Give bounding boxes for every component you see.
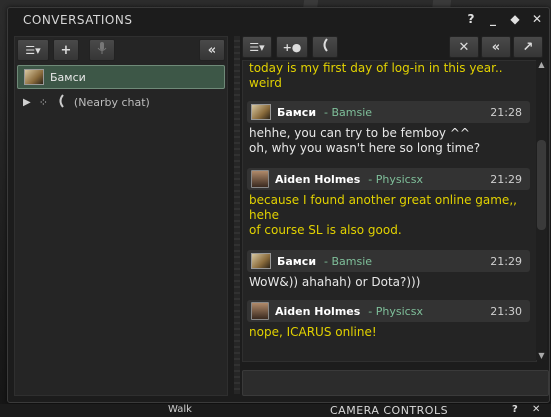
conversation-name: (Nearby chat) bbox=[73, 96, 150, 109]
add-person-icon: +● bbox=[282, 40, 302, 54]
sender-name[interactable]: Бамси bbox=[277, 255, 316, 268]
close-icon: ✕ bbox=[458, 39, 470, 55]
sender-name[interactable]: Aiden Holmes bbox=[275, 173, 360, 186]
message-header[interactable]: Aiden Holmes - Physicsx 21:30 bbox=[247, 300, 530, 322]
view-options-button[interactable]: ☰▾ bbox=[17, 39, 49, 61]
arrow-up-right-icon: ↗ bbox=[522, 39, 534, 55]
title-bar[interactable]: CONVERSATIONS ? _ ◆ ✕ bbox=[8, 8, 549, 32]
chat-input[interactable] bbox=[242, 370, 549, 396]
double-chevron-left-icon: « bbox=[491, 39, 501, 55]
avatar bbox=[251, 253, 271, 269]
bottom-bar: Walk CAMERA CONTROLS ? ✕ bbox=[0, 404, 551, 417]
chat-options-button[interactable]: ☰▾ bbox=[242, 36, 272, 58]
chat-line: oh, why you wasn't here so long time? bbox=[249, 141, 481, 155]
chat-line: weird bbox=[249, 76, 282, 90]
window-title: CONVERSATIONS bbox=[23, 13, 133, 27]
chat-scrollbar[interactable]: ▲ ▼ bbox=[536, 60, 547, 360]
sender-username: - Physicsx bbox=[368, 304, 423, 318]
chat-line: of course SL is also good. bbox=[249, 223, 402, 237]
sender-name[interactable]: Aiden Holmes bbox=[275, 305, 360, 318]
chat-line: today is my first day of log-in in this … bbox=[249, 61, 503, 75]
message-time: 21:30 bbox=[490, 304, 522, 318]
close-conversation-button[interactable]: ✕ bbox=[449, 36, 479, 58]
participants-icon: ⁘ bbox=[38, 96, 48, 109]
avatar bbox=[251, 302, 269, 320]
chat-line: hehhe, you can try to be femboy ^^ bbox=[249, 126, 470, 140]
call-button[interactable] bbox=[312, 36, 338, 58]
collapse-list-button[interactable]: « bbox=[199, 39, 225, 61]
sender-name[interactable]: Бамси bbox=[277, 106, 316, 119]
chat-line: because I found another great online gam… bbox=[249, 193, 517, 222]
double-chevron-left-icon: « bbox=[207, 42, 217, 58]
plus-icon: + bbox=[60, 42, 72, 58]
phone-icon bbox=[320, 38, 330, 56]
avatar bbox=[251, 170, 269, 188]
menu-icon: ☰▾ bbox=[249, 40, 265, 54]
microphone-icon bbox=[97, 41, 107, 59]
message-time: 21:28 bbox=[490, 105, 522, 119]
minimize-button[interactable]: _ bbox=[487, 12, 499, 26]
phone-icon bbox=[56, 94, 66, 111]
message-header[interactable]: Бамси - Bamsie 21:28 bbox=[247, 101, 530, 123]
chat-line: WoW&)) ahahah) or Dota?))) bbox=[249, 275, 421, 289]
dock-button[interactable]: ◆ bbox=[509, 12, 521, 26]
chat-toolbar: ☰▾ +● ✕ « ↗ bbox=[242, 36, 543, 58]
sender-username: - Bamsie bbox=[324, 254, 373, 268]
sender-username: - Bamsie bbox=[324, 105, 373, 119]
chat-panel: ☰▾ +● ✕ « ↗ today is my first day of log… bbox=[242, 36, 549, 398]
help-button[interactable]: ? bbox=[465, 12, 477, 26]
avatar bbox=[251, 104, 271, 120]
voice-button[interactable] bbox=[89, 39, 115, 61]
close-button[interactable]: ✕ bbox=[531, 12, 543, 26]
conversation-name: Бамси bbox=[50, 70, 86, 84]
scroll-up-icon[interactable]: ▲ bbox=[536, 60, 547, 69]
scroll-down-icon[interactable]: ▼ bbox=[536, 351, 547, 360]
conversations-window: CONVERSATIONS ? _ ◆ ✕ ☰▾ + « Бамси ▶ ⁘ (… bbox=[7, 7, 550, 403]
close-button[interactable]: ✕ bbox=[532, 404, 540, 415]
chat-history[interactable]: today is my first day of log-in in this … bbox=[242, 60, 537, 362]
avatar bbox=[24, 69, 44, 85]
conversation-list-panel: ☰▾ + « Бамси ▶ ⁘ (Nearby chat) bbox=[14, 36, 228, 396]
message-time: 21:29 bbox=[490, 254, 522, 268]
message-header[interactable]: Бамси - Bamsie 21:29 bbox=[247, 250, 530, 272]
tear-off-button[interactable]: ↗ bbox=[513, 36, 543, 58]
title-buttons: ? _ ◆ ✕ bbox=[465, 12, 543, 26]
add-conversation-button[interactable]: + bbox=[53, 39, 79, 61]
scroll-thumb[interactable] bbox=[537, 140, 546, 230]
help-button[interactable]: ? bbox=[512, 404, 518, 415]
chat-line: nope, ICARUS online! bbox=[249, 325, 377, 339]
sender-username: - Physicsx bbox=[368, 172, 423, 186]
add-participant-button[interactable]: +● bbox=[276, 36, 308, 58]
walk-button[interactable]: Walk bbox=[168, 404, 192, 415]
left-toolbar: ☰▾ + « bbox=[15, 37, 227, 63]
message-header[interactable]: Aiden Holmes - Physicsx 21:29 bbox=[247, 168, 530, 190]
message-time: 21:29 bbox=[490, 172, 522, 186]
conversation-item-bamsi[interactable]: Бамси bbox=[17, 65, 225, 89]
collapse-chat-button[interactable]: « bbox=[481, 36, 511, 58]
menu-icon: ☰▾ bbox=[25, 43, 41, 57]
camera-controls-title[interactable]: CAMERA CONTROLS bbox=[330, 404, 448, 417]
expand-arrow-icon[interactable]: ▶ bbox=[23, 97, 31, 108]
panel-splitter[interactable] bbox=[234, 36, 240, 394]
conversation-item-nearby-chat[interactable]: ▶ ⁘ (Nearby chat) bbox=[23, 94, 150, 111]
